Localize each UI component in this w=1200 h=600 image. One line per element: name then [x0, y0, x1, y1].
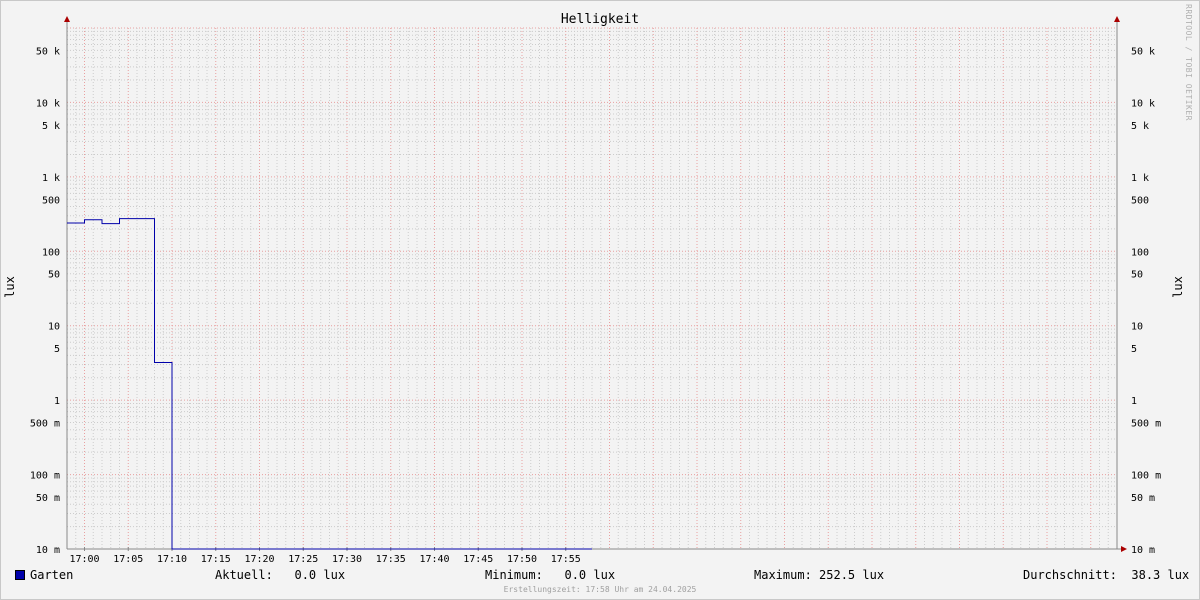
x-tick-label: 17:45 — [463, 554, 493, 565]
y-tick-label-left: 10 k — [36, 98, 60, 109]
y-tick-label-left: 100 m — [30, 471, 60, 482]
y-tick-label-left: 100 — [42, 247, 60, 258]
y-tick-label-left: 50 m — [36, 493, 60, 504]
y-tick-label-right: 5 k — [1131, 121, 1149, 132]
y-tick-label-right: 1 k — [1131, 173, 1149, 184]
footer-timestamp: Erstellungszeit: 17:58 Uhr am 24.04.2025 — [503, 585, 697, 594]
y-axis-label-right: lux — [1171, 276, 1185, 298]
y-axis-label-left: lux — [3, 276, 17, 298]
y-tick-label-right: 500 m — [1131, 419, 1161, 430]
y-tick-label-left: 50 — [48, 270, 60, 281]
y-tick-label-right: 50 k — [1131, 46, 1155, 57]
y-tick-label-right: 500 — [1131, 195, 1149, 206]
chart: Helligkeit lux lux 50 k 50 k 10 k 10 k 5 k 5 … — [3, 12, 1185, 565]
y-tick-label-left: 1 k — [42, 173, 60, 184]
x-axis-arrow — [1121, 546, 1127, 552]
x-tick-label: 17:55 — [551, 554, 581, 565]
y-tick-label-left: 500 — [42, 195, 60, 206]
y-tick-label-right: 50 — [1131, 270, 1143, 281]
y-tick-label-left: 50 k — [36, 46, 60, 57]
y-tick-label-right: 1 — [1131, 396, 1137, 407]
y-axis-arrow-right — [1114, 16, 1120, 22]
y-tick-label-right: 10 k — [1131, 98, 1155, 109]
x-tick-label: 17:15 — [201, 554, 231, 565]
rrdtool-watermark: RRDTOOL / TOBI OETIKER — [1184, 4, 1193, 121]
x-tick-label: 17:30 — [332, 554, 362, 565]
y-tick-label-right: 10 m — [1131, 545, 1155, 556]
y-tick-label-left: 10 m — [36, 545, 60, 556]
x-tick-label: 17:10 — [157, 554, 187, 565]
y-tick-label-right: 5 — [1131, 344, 1137, 355]
x-tick-label: 17:40 — [419, 554, 449, 565]
x-tick-label: 17:50 — [507, 554, 537, 565]
y-tick-label-right: 100 — [1131, 247, 1149, 258]
y-tick-label-left: 5 k — [42, 121, 60, 132]
x-tick-label: 17:00 — [69, 554, 99, 565]
legend-durchschnitt: Durchschnitt: 38.3 lux — [1023, 568, 1190, 582]
legend-swatch-garten — [15, 570, 25, 580]
y-tick-label-left: 5 — [54, 344, 60, 355]
legend-maximum: Maximum: 252.5 lux — [754, 568, 885, 582]
y-tick-label-left: 1 — [54, 396, 60, 407]
chart-title: Helligkeit — [561, 12, 639, 27]
y-tick-label-right: 100 m — [1131, 471, 1161, 482]
legend-series-name: Garten — [30, 568, 74, 582]
legend-minimum: Minimum: 0.0 lux — [485, 568, 616, 582]
legend-aktuell: Aktuell: 0.0 lux — [215, 568, 346, 582]
y-tick-label-left: 500 m — [30, 419, 60, 430]
y-tick-label-left: 10 — [48, 322, 60, 333]
x-tick-label: 17:05 — [113, 554, 143, 565]
x-tick-label: 17:35 — [376, 554, 406, 565]
x-tick-label: 17:20 — [244, 554, 274, 565]
x-tick-label: 17:25 — [288, 554, 318, 565]
y-tick-label-right: 10 — [1131, 322, 1143, 333]
y-axis-arrow-left — [64, 16, 70, 22]
y-tick-label-right: 50 m — [1131, 493, 1155, 504]
